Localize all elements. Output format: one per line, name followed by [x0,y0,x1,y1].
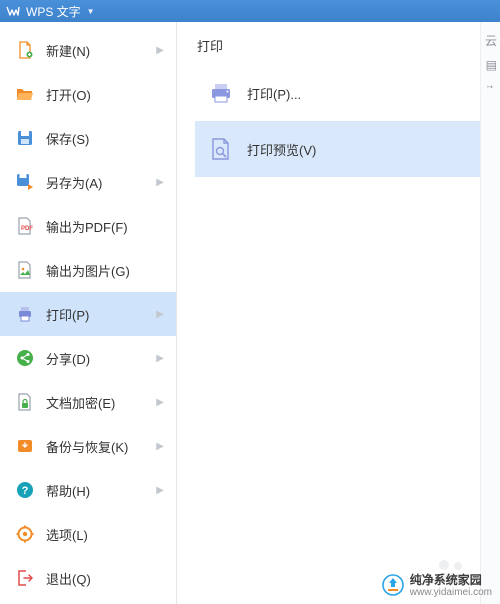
file-menu-panel: 新建(N) ▶ 打开(O) 保存(S) 另存为(A) ▶ PDF [0,22,500,604]
share-icon [16,349,34,367]
right-strip-char[interactable]: ▤ [486,58,497,72]
svg-text:?: ? [22,485,29,497]
chevron-right-icon: ▶ [156,309,164,320]
menu-item-share[interactable]: 分享(D) ▶ [0,336,176,380]
backup-icon [16,437,34,455]
submenu-item-print-preview[interactable]: 打印预览(V) [195,121,500,177]
menu-label: 选项(L) [46,525,164,544]
options-icon [16,525,34,543]
menu-label: 输出为图片(G) [46,261,164,280]
chevron-right-icon: ▶ [156,441,164,452]
app-title: WPS 文字 [26,3,81,20]
help-icon: ? [16,481,34,499]
menu-item-export-image[interactable]: 输出为图片(G) [0,248,176,292]
menu-label: 打印(P) [46,305,156,324]
chevron-right-icon: ▶ [156,45,164,56]
exit-icon [16,569,34,587]
menu-label: 新建(N) [46,41,156,60]
new-file-icon [16,41,34,59]
chevron-right-icon: ▶ [156,485,164,496]
svg-text:PDF: PDF [21,226,33,232]
menu-label: 退出(Q) [46,569,164,588]
menu-item-print[interactable]: 打印(P) ▶ [0,292,176,336]
encrypt-icon [16,393,34,411]
menu-item-save[interactable]: 保存(S) [0,116,176,160]
menu-label: 分享(D) [46,349,156,368]
ghost-avatar-icon [430,556,470,584]
submenu-item-print[interactable]: 打印(P)... [195,65,500,121]
menu-label: 帮助(H) [46,481,156,500]
print-icon [16,305,34,323]
watermark-logo-icon [382,574,404,596]
print-preview-icon [209,137,233,161]
menu-item-new[interactable]: 新建(N) ▶ [0,28,176,72]
menu-item-export-pdf[interactable]: PDF 输出为PDF(F) [0,204,176,248]
menu-item-encrypt[interactable]: 文档加密(E) ▶ [0,380,176,424]
menu-label: 打开(O) [46,85,164,104]
menu-item-open[interactable]: 打开(O) [0,72,176,116]
menu-label: 保存(S) [46,129,164,148]
chevron-right-icon: ▶ [156,353,164,364]
chevron-right-icon: ▶ [156,177,164,188]
chevron-right-icon: ▶ [156,397,164,408]
wps-logo-icon [6,4,20,18]
printer-icon [209,81,233,105]
save-as-icon [16,173,34,191]
submenu-panel: 打印 打印(P)... 打印预览(V) 云 ▤ ↕ [177,22,500,604]
export-pdf-icon: PDF [16,217,34,235]
export-image-icon [16,261,34,279]
ribbon-right-strip: 云 ▤ ↕ [480,22,500,604]
menu-label: 输出为PDF(F) [46,217,164,236]
save-icon [16,129,34,147]
menu-item-options[interactable]: 选项(L) [0,512,176,556]
submenu-label: 打印预览(V) [247,140,316,159]
right-strip-char[interactable]: ↕ [487,84,497,124]
menu-label: 文档加密(E) [46,393,156,412]
file-menu-sidebar: 新建(N) ▶ 打开(O) 保存(S) 另存为(A) ▶ PDF [0,22,177,604]
menu-item-backup[interactable]: 备份与恢复(K) ▶ [0,424,176,468]
menu-label: 另存为(A) [46,173,156,192]
title-bar: WPS 文字 ▼ [0,0,500,22]
right-strip-char[interactable]: 云 [485,32,497,49]
menu-item-help[interactable]: ? 帮助(H) ▶ [0,468,176,512]
open-folder-icon [16,85,34,103]
menu-item-exit[interactable]: 退出(Q) [0,556,176,600]
menu-item-save-as[interactable]: 另存为(A) ▶ [0,160,176,204]
menu-label: 备份与恢复(K) [46,437,156,456]
title-dropdown-icon[interactable]: ▼ [87,7,95,16]
panel-title: 打印 [195,36,500,55]
submenu-label: 打印(P)... [247,84,301,103]
